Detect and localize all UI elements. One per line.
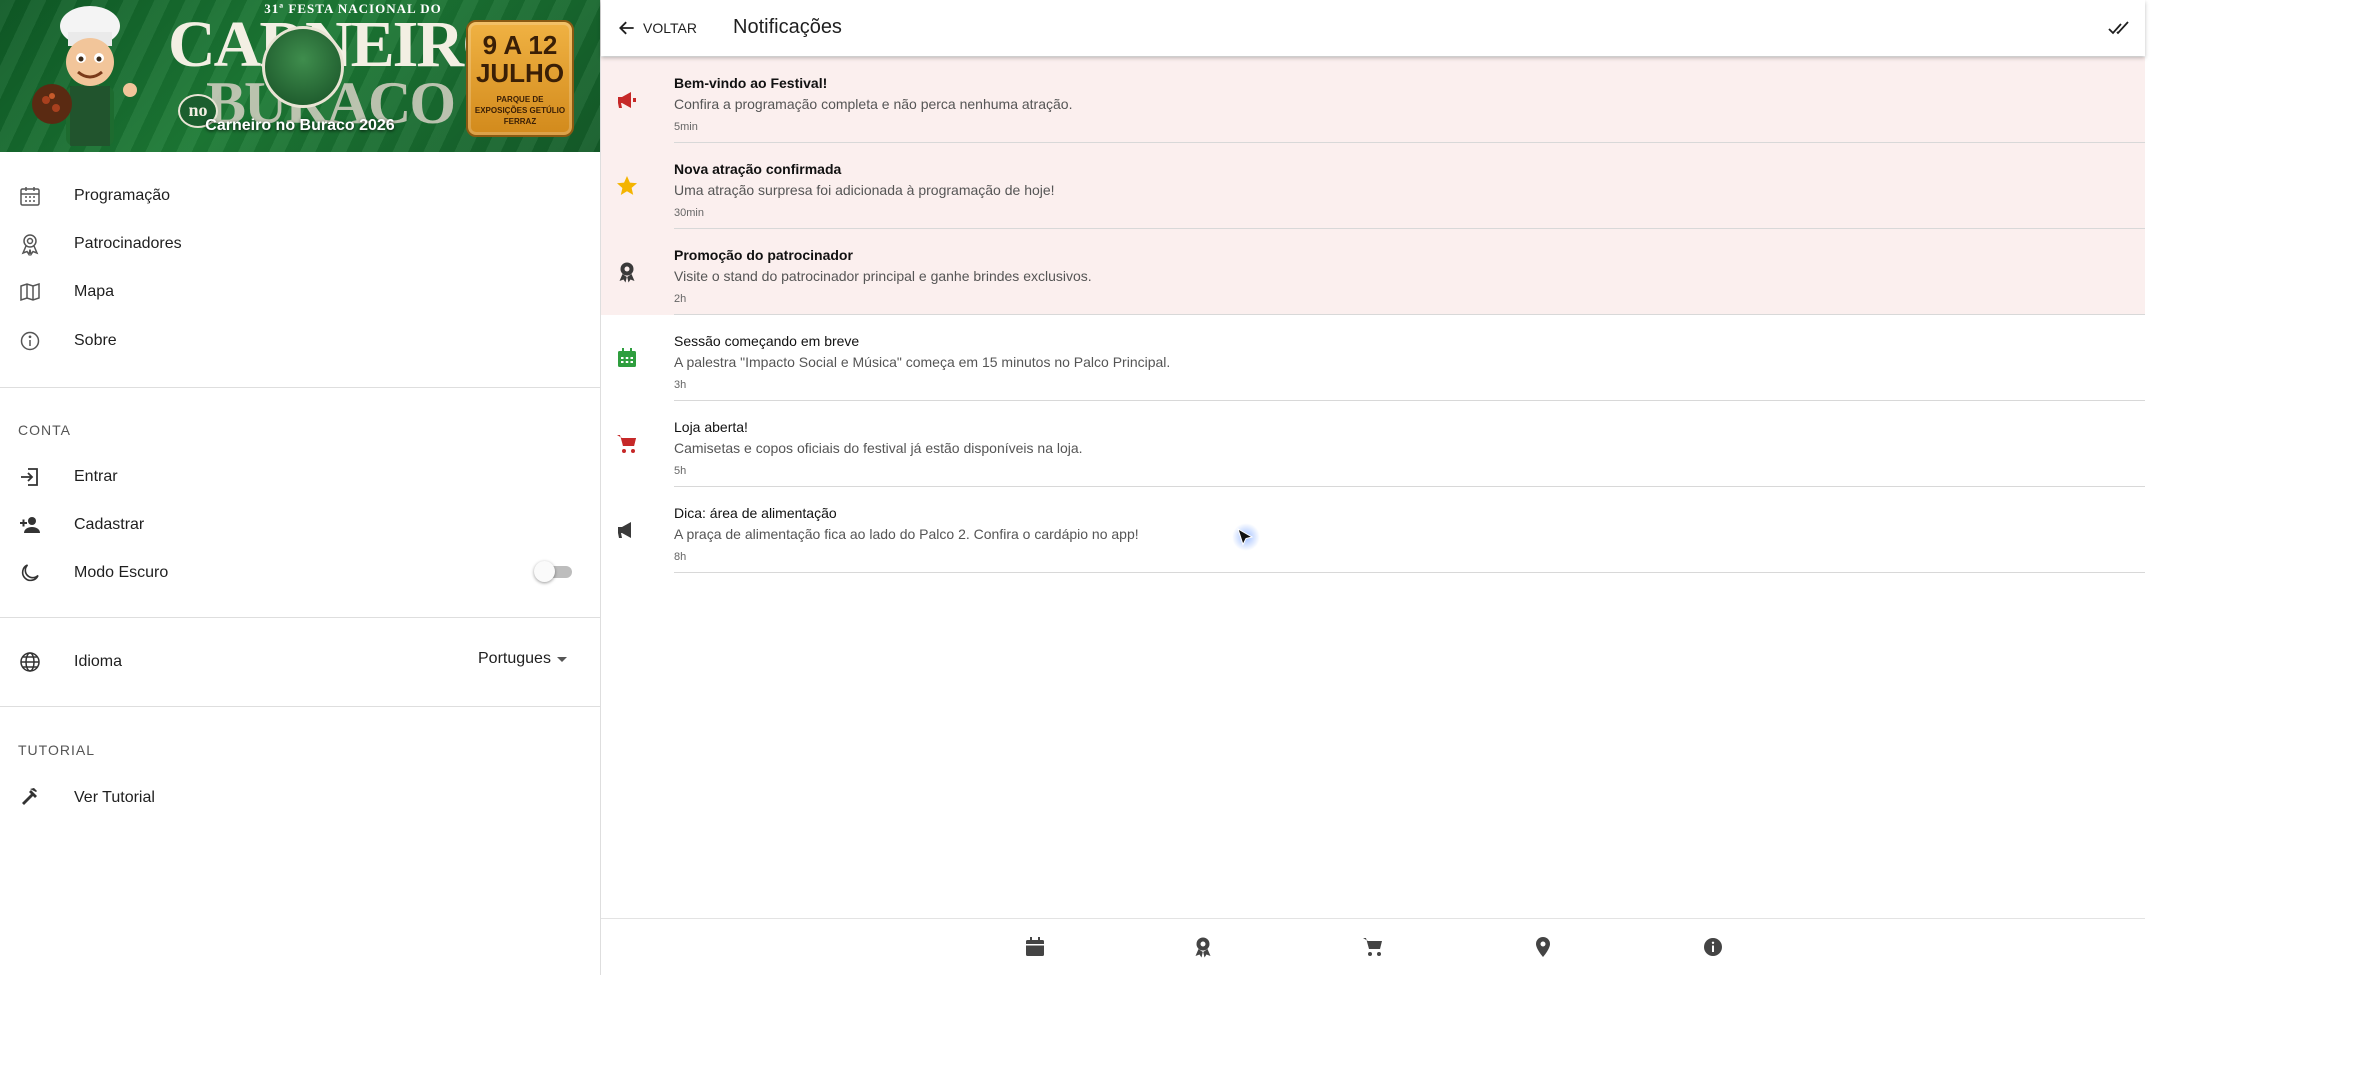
sidebar-item-mapa[interactable]: Mapa [0, 268, 600, 316]
sidebar-item-label: Mapa [74, 283, 115, 300]
notification-title: Promoção do patrocinador [674, 247, 853, 263]
language-selected-value: Portugues [478, 650, 551, 667]
festival-date-badge: 9 A 12 JULHO PARQUE DE EXPOSIÇÕES GETÚLI… [466, 20, 574, 137]
moon-icon [18, 561, 42, 585]
notification-time: 3h [674, 379, 687, 391]
sidebar-item-label: Idioma [74, 653, 123, 670]
pointer-arrow-icon [1237, 527, 1254, 546]
festival-banner: 31ª FESTA NACIONAL DO CARNEIRO BURACO no… [0, 0, 600, 152]
mouse-cursor [1232, 523, 1260, 551]
megaphone-icon [615, 88, 639, 112]
date-days: 9 A 12 [482, 30, 558, 60]
sidebar-item-programacao[interactable]: Programação [0, 172, 600, 220]
notification-body: Confira a programação completa e não per… [674, 96, 1073, 112]
sidebar-item-entrar[interactable]: Entrar [0, 453, 600, 501]
notification-body: A palestra "Impacto Social e Música" com… [674, 354, 1171, 370]
page-title: Notificações [733, 16, 842, 38]
notifications-list: Bem-vindo ao Festival! Confira a program… [601, 57, 2145, 573]
sidebar-divider [0, 617, 600, 618]
award-icon [18, 232, 42, 257]
dark-mode-toggle[interactable] [534, 561, 574, 583]
notification-title: Bem-vindo ao Festival! [674, 75, 828, 91]
app-name: Carneiro no Buraco 2026 [205, 117, 395, 134]
bottom-navigation [601, 918, 2145, 976]
notification-item[interactable]: Bem-vindo ao Festival! Confira a program… [601, 57, 2145, 143]
hammer-icon [18, 786, 42, 810]
arrow-left-icon [619, 21, 634, 35]
notification-item[interactable]: Sessão começando em breve A palestra "Im… [601, 315, 2145, 401]
chef-emblem [262, 26, 344, 108]
notification-title: Loja aberta! [674, 419, 748, 435]
megaphone-icon [615, 518, 639, 542]
back-button[interactable]: VOLTAR [617, 14, 697, 42]
notification-divider [674, 572, 2145, 573]
sidebar-item-patrocinadores[interactable]: Patrocinadores [0, 220, 600, 268]
date-venue: PARQUE DE EXPOSIÇÕES GETÚLIO FERRAZ [474, 95, 566, 126]
side-drawer: 31ª FESTA NACIONAL DO CARNEIRO BURACO no… [0, 0, 601, 975]
back-button-label: VOLTAR [643, 20, 697, 36]
map-icon [18, 280, 42, 304]
calendar-icon [18, 184, 42, 208]
notification-time: 5min [674, 121, 698, 133]
calendar-icon [615, 346, 639, 370]
notification-body: Camisetas e copos oficiais do festival j… [674, 440, 1083, 456]
double-check-icon[interactable] [2107, 16, 2131, 40]
notification-body: Uma atração surpresa foi adicionada à pr… [674, 182, 1055, 198]
notification-item[interactable]: Dica: área de alimentação A praça de ali… [601, 487, 2145, 573]
language-select[interactable]: Portugues [478, 650, 567, 668]
notification-title: Nova atração confirmada [674, 161, 842, 177]
notification-body: A praça de alimentação fica ao lado do P… [674, 526, 1139, 542]
cart-icon [615, 432, 639, 456]
notification-item[interactable]: Promoção do patrocinador Visite o stand … [601, 229, 2145, 315]
person-add-icon [18, 513, 42, 537]
sidebar-item-cadastrar[interactable]: Cadastrar [0, 501, 600, 549]
cart-icon[interactable] [1361, 935, 1385, 959]
notification-time: 30min [674, 207, 704, 219]
sidebar-item-label: Entrar [74, 468, 118, 485]
sidebar-item-ver-tutorial[interactable]: Ver Tutorial [0, 774, 600, 822]
sidebar-item-label: Ver Tutorial [74, 789, 155, 806]
top-app-bar: VOLTAR Notificações [601, 0, 2145, 56]
sidebar-divider [0, 387, 600, 388]
account-section-title: CONTA [18, 422, 71, 438]
sidebar-item-label: Modo Escuro [74, 564, 169, 581]
sidebar-item-modo-escuro: Modo Escuro [0, 549, 600, 597]
sidebar-item-label: Patrocinadores [74, 235, 182, 252]
calendar-icon[interactable] [1023, 935, 1047, 959]
chevron-down-icon [556, 656, 567, 662]
star-icon [615, 174, 639, 198]
notification-body: Visite o stand do patrocinador principal… [674, 268, 1092, 284]
login-icon [18, 465, 42, 489]
sidebar-item-label: Programação [74, 187, 171, 204]
info-icon [18, 329, 42, 353]
notification-item[interactable]: Nova atração confirmada Uma atração surp… [601, 143, 2145, 229]
info-icon[interactable] [1701, 935, 1725, 959]
chef-mascot-illustration [32, 6, 137, 146]
notification-time: 8h [674, 551, 687, 563]
notification-title: Sessão começando em breve [674, 333, 860, 349]
toggle-thumb [534, 561, 555, 582]
notification-time: 2h [674, 293, 687, 305]
tutorial-section-title: TUTORIAL [18, 742, 95, 758]
sidebar-item-sobre[interactable]: Sobre [0, 317, 600, 365]
sidebar-item-label: Sobre [74, 332, 117, 349]
notification-item[interactable]: Loja aberta! Camisetas e copos oficiais … [601, 401, 2145, 487]
sidebar-item-label: Cadastrar [74, 516, 145, 533]
globe-icon [18, 650, 42, 674]
notifications-page: VOLTAR Notificações Bem-vindo ao Festiva… [601, 0, 2145, 975]
location-pin-icon[interactable] [1531, 935, 1555, 959]
date-month: JULHO [475, 58, 565, 88]
sidebar-divider [0, 706, 600, 707]
award-icon[interactable] [1191, 935, 1215, 959]
award-icon [615, 260, 639, 284]
notification-time: 5h [674, 465, 687, 477]
notification-title: Dica: área de alimentação [674, 505, 837, 521]
